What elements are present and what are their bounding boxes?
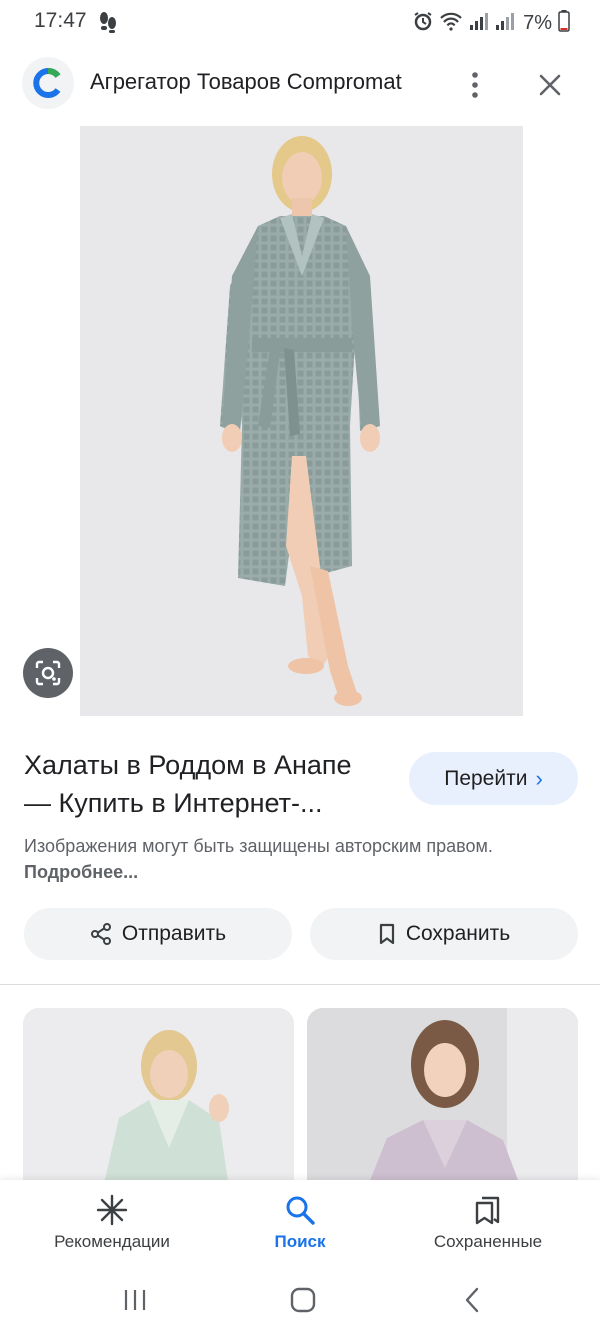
visit-button[interactable]: Перейти › [409, 752, 578, 805]
share-button[interactable]: Отправить [24, 908, 292, 960]
related-image[interactable] [23, 1008, 294, 1188]
nav-recommendations-label: Рекомендации [54, 1232, 170, 1251]
result-title-line-2: — Купить в Интернет-... [24, 788, 323, 818]
bookmark-icon [379, 923, 394, 945]
alarm-icon [413, 11, 433, 36]
signal-icon-2 [495, 11, 515, 36]
main-product-image[interactable] [80, 126, 523, 716]
visit-button-label: Перейти [444, 766, 528, 790]
nav-search[interactable]: Поиск [210, 1194, 390, 1252]
recents-icon [124, 1290, 146, 1310]
back-icon [465, 1287, 479, 1313]
site-logo-icon[interactable] [22, 57, 74, 109]
more-vert-icon [472, 72, 478, 98]
nav-saved[interactable]: Сохраненные [398, 1194, 578, 1252]
close-icon [539, 74, 561, 96]
asterisk-icon [96, 1194, 128, 1226]
back-button[interactable] [452, 1284, 492, 1316]
home-icon [290, 1287, 316, 1313]
home-button[interactable] [283, 1284, 323, 1316]
recents-button[interactable] [115, 1284, 155, 1316]
battery-percent: 7% [523, 12, 552, 34]
lens-search-button[interactable] [23, 648, 73, 698]
battery-icon [558, 10, 570, 37]
image-viewer-header: Агрегатор Товаров Compromat [0, 55, 600, 113]
save-button-label: Сохранить [405, 922, 511, 945]
status-bar: 17:47 7% [0, 0, 600, 46]
site-title[interactable]: Агрегатор Товаров Compromat [90, 69, 430, 95]
share-button-label: Отправить [121, 922, 227, 945]
lens-icon [35, 660, 61, 686]
copyright-text: Изображения могут быть защищены авторски… [24, 836, 493, 856]
section-divider [0, 984, 600, 985]
related-image[interactable] [307, 1008, 578, 1188]
nav-search-label: Поиск [274, 1232, 326, 1251]
close-button[interactable] [532, 67, 568, 103]
nav-saved-label: Сохраненные [433, 1232, 543, 1251]
wifi-icon [439, 11, 463, 36]
system-navigation-bar [0, 1270, 600, 1332]
save-button[interactable]: Сохранить [310, 908, 578, 960]
chevron-right-icon: › [535, 765, 543, 791]
more-options-button[interactable] [458, 65, 492, 105]
search-icon [286, 1196, 315, 1225]
learn-more-link[interactable]: Подробнее... [24, 862, 138, 882]
status-time: 17:47 [34, 9, 87, 32]
signal-icon-1 [469, 11, 489, 36]
result-title-line-1: Халаты в Роддом в Анапе [24, 750, 352, 780]
footsteps-icon [97, 10, 119, 34]
share-icon [90, 923, 111, 945]
result-title[interactable]: Халаты в Роддом в Анапе — Купить в Интер… [24, 746, 394, 822]
status-icons: 7% [413, 10, 570, 37]
copyright-notice: Изображения могут быть защищены авторски… [24, 833, 564, 885]
nav-recommendations[interactable]: Рекомендации [22, 1194, 202, 1252]
saved-collections-icon [475, 1196, 500, 1225]
bottom-navigation: Рекомендации Поиск Сохраненные [0, 1180, 600, 1270]
